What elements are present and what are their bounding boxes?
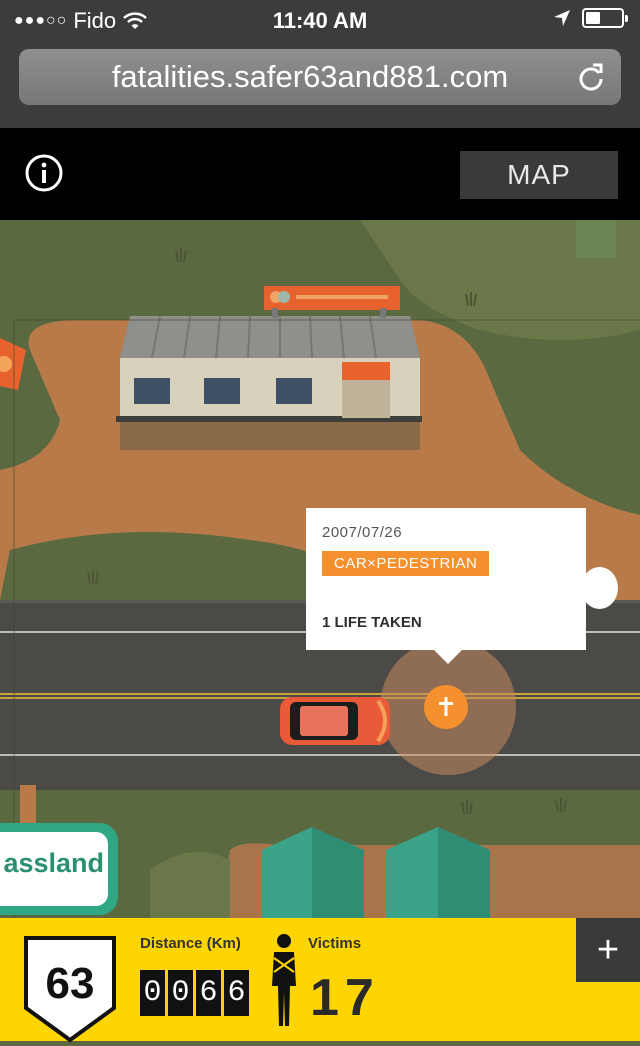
info-icon[interactable] bbox=[24, 153, 64, 193]
route-shield-icon: 63 bbox=[24, 936, 116, 1043]
stats-bar: 63 Distance (Km) 0 0 6 6 Victims 17 + bbox=[0, 918, 640, 1043]
distance-digit: 0 bbox=[140, 970, 165, 1016]
person-icon bbox=[272, 934, 296, 1026]
status-bar: ●●●○○ Fido 11:40 AM bbox=[0, 0, 640, 40]
distance-digit: 6 bbox=[224, 970, 249, 1016]
victims-count: 17 bbox=[310, 969, 380, 1027]
battery-icon bbox=[582, 8, 628, 28]
address-bar[interactable]: fatalities.safer63and881.com bbox=[19, 49, 621, 105]
map-button[interactable]: MAP bbox=[460, 151, 618, 199]
distance-digit: 6 bbox=[196, 970, 221, 1016]
url-text: fatalities.safer63and881.com bbox=[111, 59, 509, 94]
lives-taken: 1 LIFE TAKEN bbox=[322, 614, 422, 631]
incident-type-badge: CAR×PEDESTRIAN bbox=[322, 551, 490, 576]
distance-digit: 0 bbox=[168, 970, 193, 1016]
victims-label: Victims bbox=[308, 935, 362, 952]
expand-button[interactable]: + bbox=[576, 918, 640, 982]
incident-popup[interactable]: 2007/07/26 CAR×PEDESTRIAN 1 LIFE TAKEN bbox=[306, 508, 586, 664]
incident-date: 2007/07/26 bbox=[322, 524, 403, 541]
distance-label: Distance (Km) bbox=[140, 935, 241, 952]
location-arrow-icon bbox=[554, 10, 570, 26]
highway-sign-text: assland bbox=[3, 848, 104, 878]
popup-next-button[interactable] bbox=[581, 567, 618, 609]
reload-icon[interactable] bbox=[575, 61, 607, 93]
distance-counter: 0 0 6 6 bbox=[140, 970, 249, 1016]
app-header: MAP bbox=[0, 128, 640, 220]
route-number: 63 bbox=[46, 959, 95, 1008]
clock: 11:40 AM bbox=[272, 8, 368, 33]
browser-toolbar: fatalities.safer63and881.com bbox=[0, 40, 640, 128]
